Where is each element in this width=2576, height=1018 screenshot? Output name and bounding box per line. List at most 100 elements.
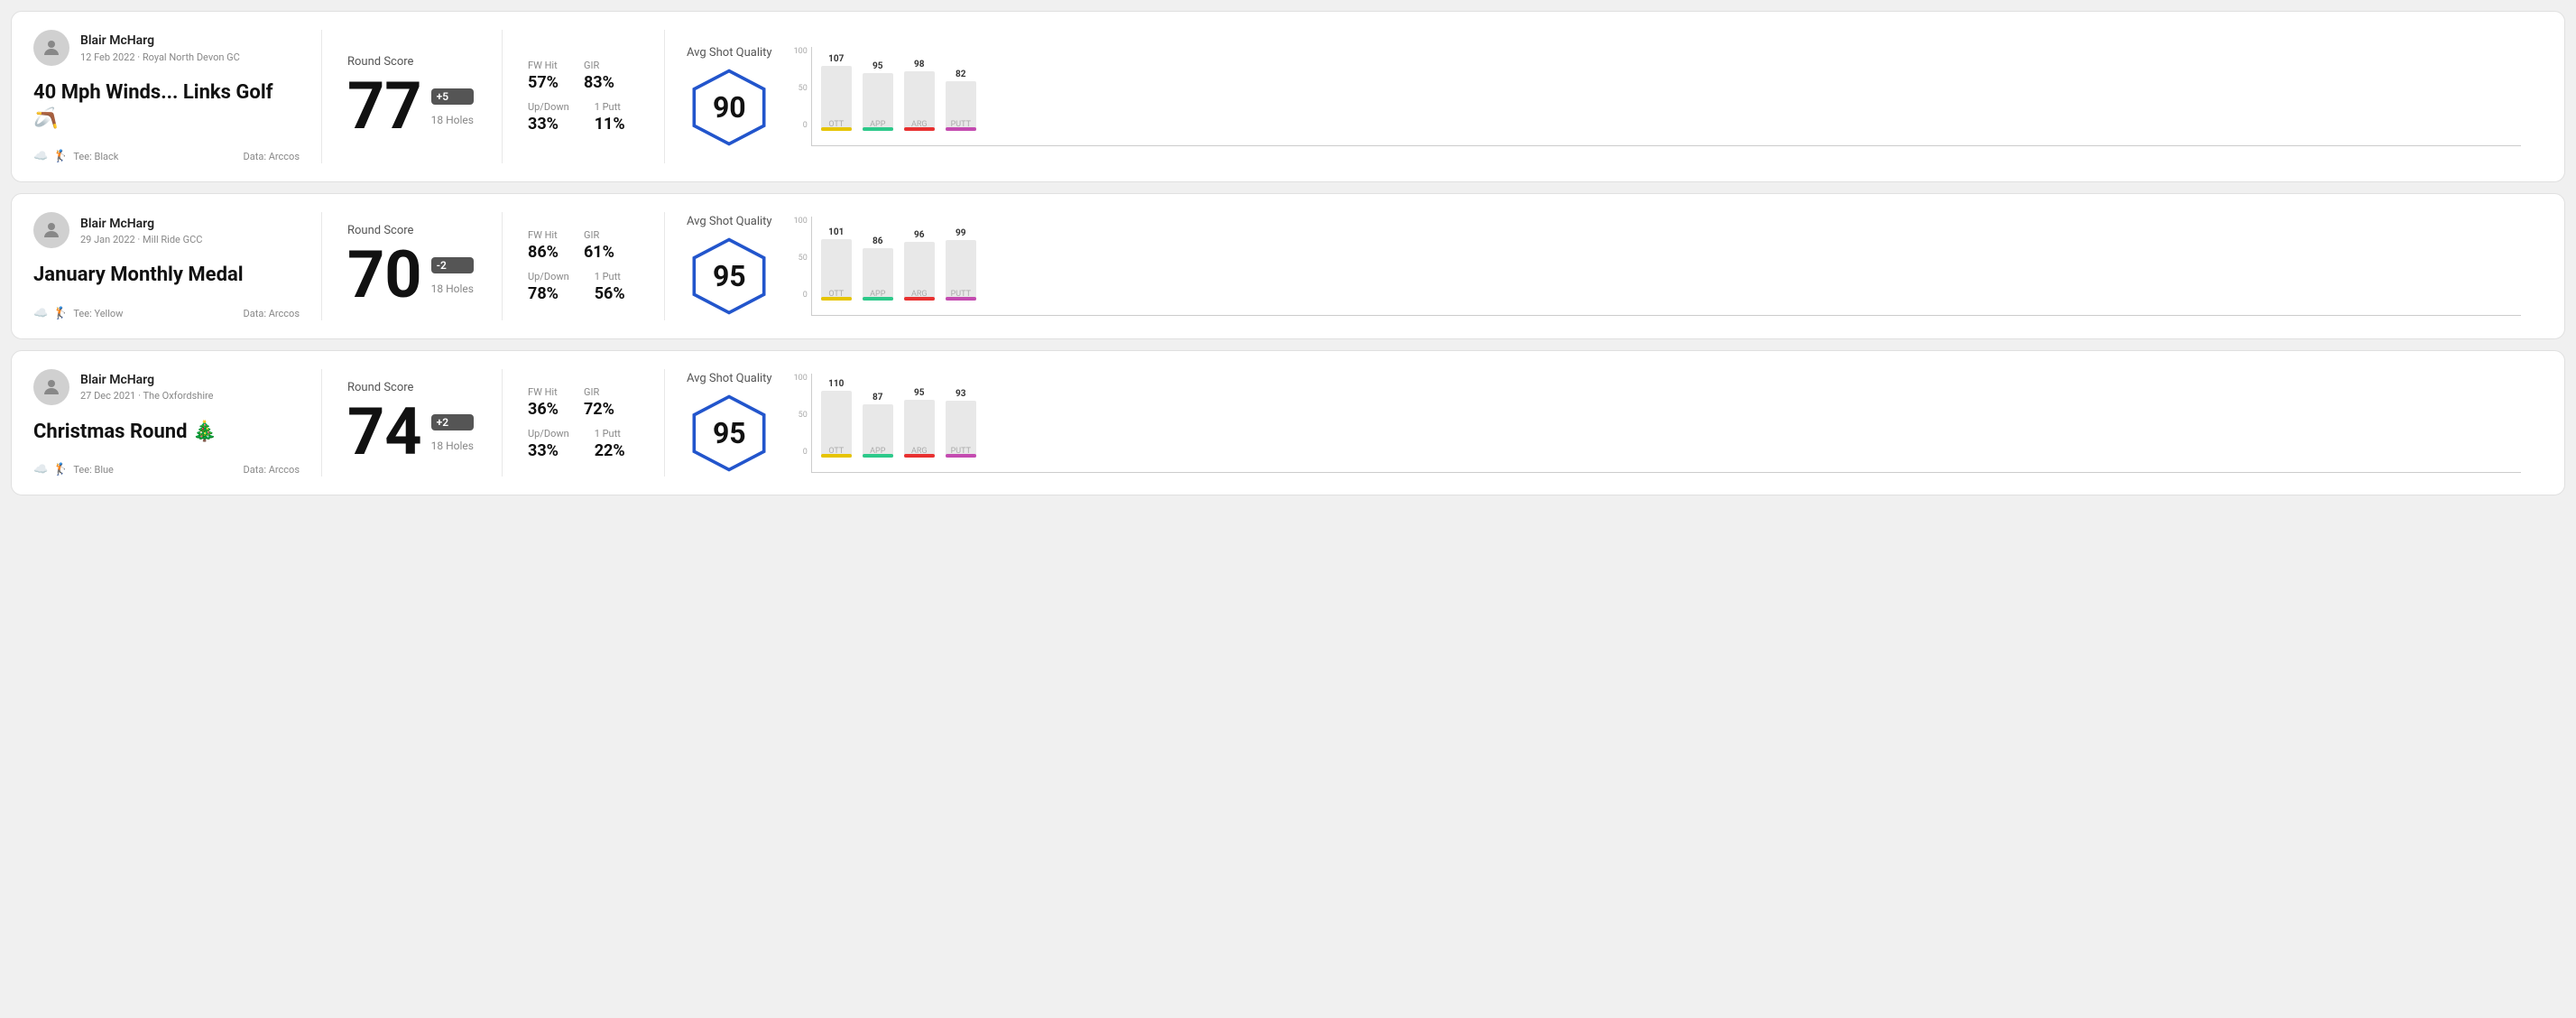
quality-section: Avg Shot Quality 90100500107OTT95APP98AR… (665, 30, 2543, 163)
bar-group: 96ARG (904, 217, 935, 315)
card-footer: ☁️🏌Tee: BlackData: Arccos (33, 150, 300, 163)
tee-info: ☁️🏌Tee: Yellow (33, 307, 123, 320)
bar-wrapper: ARG (904, 400, 935, 458)
score-section: Round Score74+218 Holes (322, 369, 503, 477)
stat-updown: Up/Down 33% (528, 101, 569, 134)
bar-wrapper: ARG (904, 242, 935, 301)
bar-top-value: 93 (956, 389, 965, 399)
bar-x-label: ARG (911, 290, 928, 299)
score-number: 70 (347, 243, 422, 308)
avatar (33, 212, 69, 248)
stat-oneputt: 1 Putt 11% (595, 101, 625, 134)
round-title: Christmas Round 🎄 (33, 420, 300, 446)
user-name: Blair McHarg (80, 32, 240, 49)
stat-updown-label: Up/Down (528, 101, 569, 113)
bar-x-label: ARG (911, 447, 928, 456)
user-text: Blair McHarg27 Dec 2021 · The Oxfordshir… (80, 372, 213, 402)
bar-wrapper: APP (863, 73, 893, 131)
score-main: 74+218 Holes (347, 400, 476, 465)
chart-area: 100500110OTT87APP95ARG93PUTT (794, 374, 2521, 473)
y-axis-label: 100 (794, 374, 808, 383)
bars-wrapper: 107OTT95APP98ARG82PUTT (811, 47, 2521, 146)
stat-fw-hit: FW Hit 86% (528, 229, 559, 262)
card-footer: ☁️🏌Tee: Blue Data: Arccos (33, 463, 300, 477)
bar-group: 86APP (863, 217, 893, 315)
score-badge-wrap: +518 Holes (431, 88, 474, 139)
weather-icon: ☁️ (33, 150, 48, 163)
stat-oneputt-label: 1 Putt (595, 101, 625, 113)
bar-x-label: PUTT (951, 120, 971, 129)
stat-gir: GIR72% (584, 386, 614, 419)
card-left-section: Blair McHarg29 Jan 2022 · Mill Ride GCCJ… (33, 212, 322, 320)
chart-y-axis: 100500 (794, 374, 811, 473)
quality-label: Avg Shot Quality (687, 46, 772, 60)
stat-oneputt: 1 Putt22% (595, 428, 625, 460)
avatar (33, 369, 69, 405)
bar-group: 101OTT (821, 217, 852, 315)
y-axis-label: 0 (794, 121, 808, 130)
bar-wrapper: APP (863, 248, 893, 301)
stat-updown-value: 33% (528, 115, 569, 134)
stat-oneputt-label: 1 Putt (595, 428, 625, 440)
stat-oneputt-value: 11% (595, 115, 625, 134)
hexagon: 95 (688, 236, 770, 317)
data-source: Data: Arccos (244, 151, 300, 162)
user-date: 12 Feb 2022 · Royal North Devon GC (80, 51, 240, 63)
hexagon: 90 (688, 67, 770, 148)
stat-oneputt-label: 1 Putt (595, 271, 625, 282)
score-label: Round Score (347, 224, 476, 237)
score-main: 77+518 Holes (347, 74, 476, 139)
data-source: Data: Arccos (244, 464, 300, 476)
bar-top-value: 95 (873, 61, 882, 71)
hexagon-value: 95 (713, 416, 746, 450)
quality-section: Avg Shot Quality 95100500110OTT87APP95AR… (665, 369, 2543, 477)
tee-info: ☁️🏌Tee: Blue (33, 463, 114, 477)
bar-wrapper: OTT (821, 239, 852, 301)
hexagon-container: 95 (687, 393, 772, 474)
stat-gir-value: 83% (584, 73, 614, 92)
chart-area: 100500101OTT86APP96ARG99PUTT (794, 217, 2521, 316)
bar-wrapper: PUTT (946, 81, 976, 131)
score-number: 74 (347, 400, 422, 465)
stats-row-2: Up/Down 33% 1 Putt 11% (528, 101, 639, 134)
bars-wrapper: 110OTT87APP95ARG93PUTT (811, 374, 2521, 473)
chart-container: 100500101OTT86APP96ARG99PUTT (794, 217, 2521, 316)
stats-section: FW Hit86%GIR61%Up/Down78%1 Putt56% (503, 212, 665, 320)
bar-top-value: 87 (873, 393, 882, 403)
bar-group: 82PUTT (946, 47, 976, 145)
quality-label: Avg Shot Quality (687, 372, 772, 385)
hexagon-value: 95 (713, 259, 746, 293)
stat-gir-value: 61% (584, 243, 614, 262)
stat-fw-hit-value: 36% (528, 400, 559, 419)
bar-top-value: 99 (956, 228, 965, 238)
bag-icon: 🏌 (53, 150, 68, 163)
stat-oneputt-value: 22% (595, 441, 625, 460)
bar-x-label: APP (870, 290, 885, 299)
stat-fw-hit-value: 86% (528, 243, 559, 262)
bar-group: 93PUTT (946, 374, 976, 472)
quality-left: Avg Shot Quality 95 (687, 215, 772, 317)
hexagon-value: 90 (713, 90, 746, 125)
stat-fw-hit-label: FW Hit (528, 229, 559, 241)
stats-row-1: FW Hit86%GIR61% (528, 229, 639, 262)
y-axis-label: 100 (794, 217, 808, 226)
bar-group: 98ARG (904, 47, 935, 145)
bar-wrapper: ARG (904, 71, 935, 131)
stats-section: FW Hit57%GIR83%Up/Down33%1 Putt11% (503, 30, 665, 163)
tee-label: Tee: Yellow (73, 308, 123, 319)
chart-y-axis: 100500 (794, 217, 811, 316)
stat-fw-hit-value: 57% (528, 73, 559, 92)
bar-x-label: APP (870, 120, 885, 129)
stats-row-1: FW Hit36%GIR72% (528, 386, 639, 419)
tee-label: Tee: Blue (73, 464, 114, 476)
user-name: Blair McHarg (80, 372, 213, 388)
round-card-round3: Blair McHarg27 Dec 2021 · The Oxfordshir… (11, 350, 2565, 496)
bar-group: 87APP (863, 374, 893, 472)
bar-group: 95ARG (904, 374, 935, 472)
round-card-round1: Blair McHarg 12 Feb 2022 · Royal North De… (11, 11, 2565, 182)
card-left-section: Blair McHarg 12 Feb 2022 · Royal North De… (33, 30, 322, 163)
bar-x-label: OTT (828, 290, 844, 299)
score-section: Round Score70-218 Holes (322, 212, 503, 320)
user-info: Blair McHarg 12 Feb 2022 · Royal North De… (33, 30, 300, 66)
quality-left: Avg Shot Quality 90 (687, 46, 772, 148)
